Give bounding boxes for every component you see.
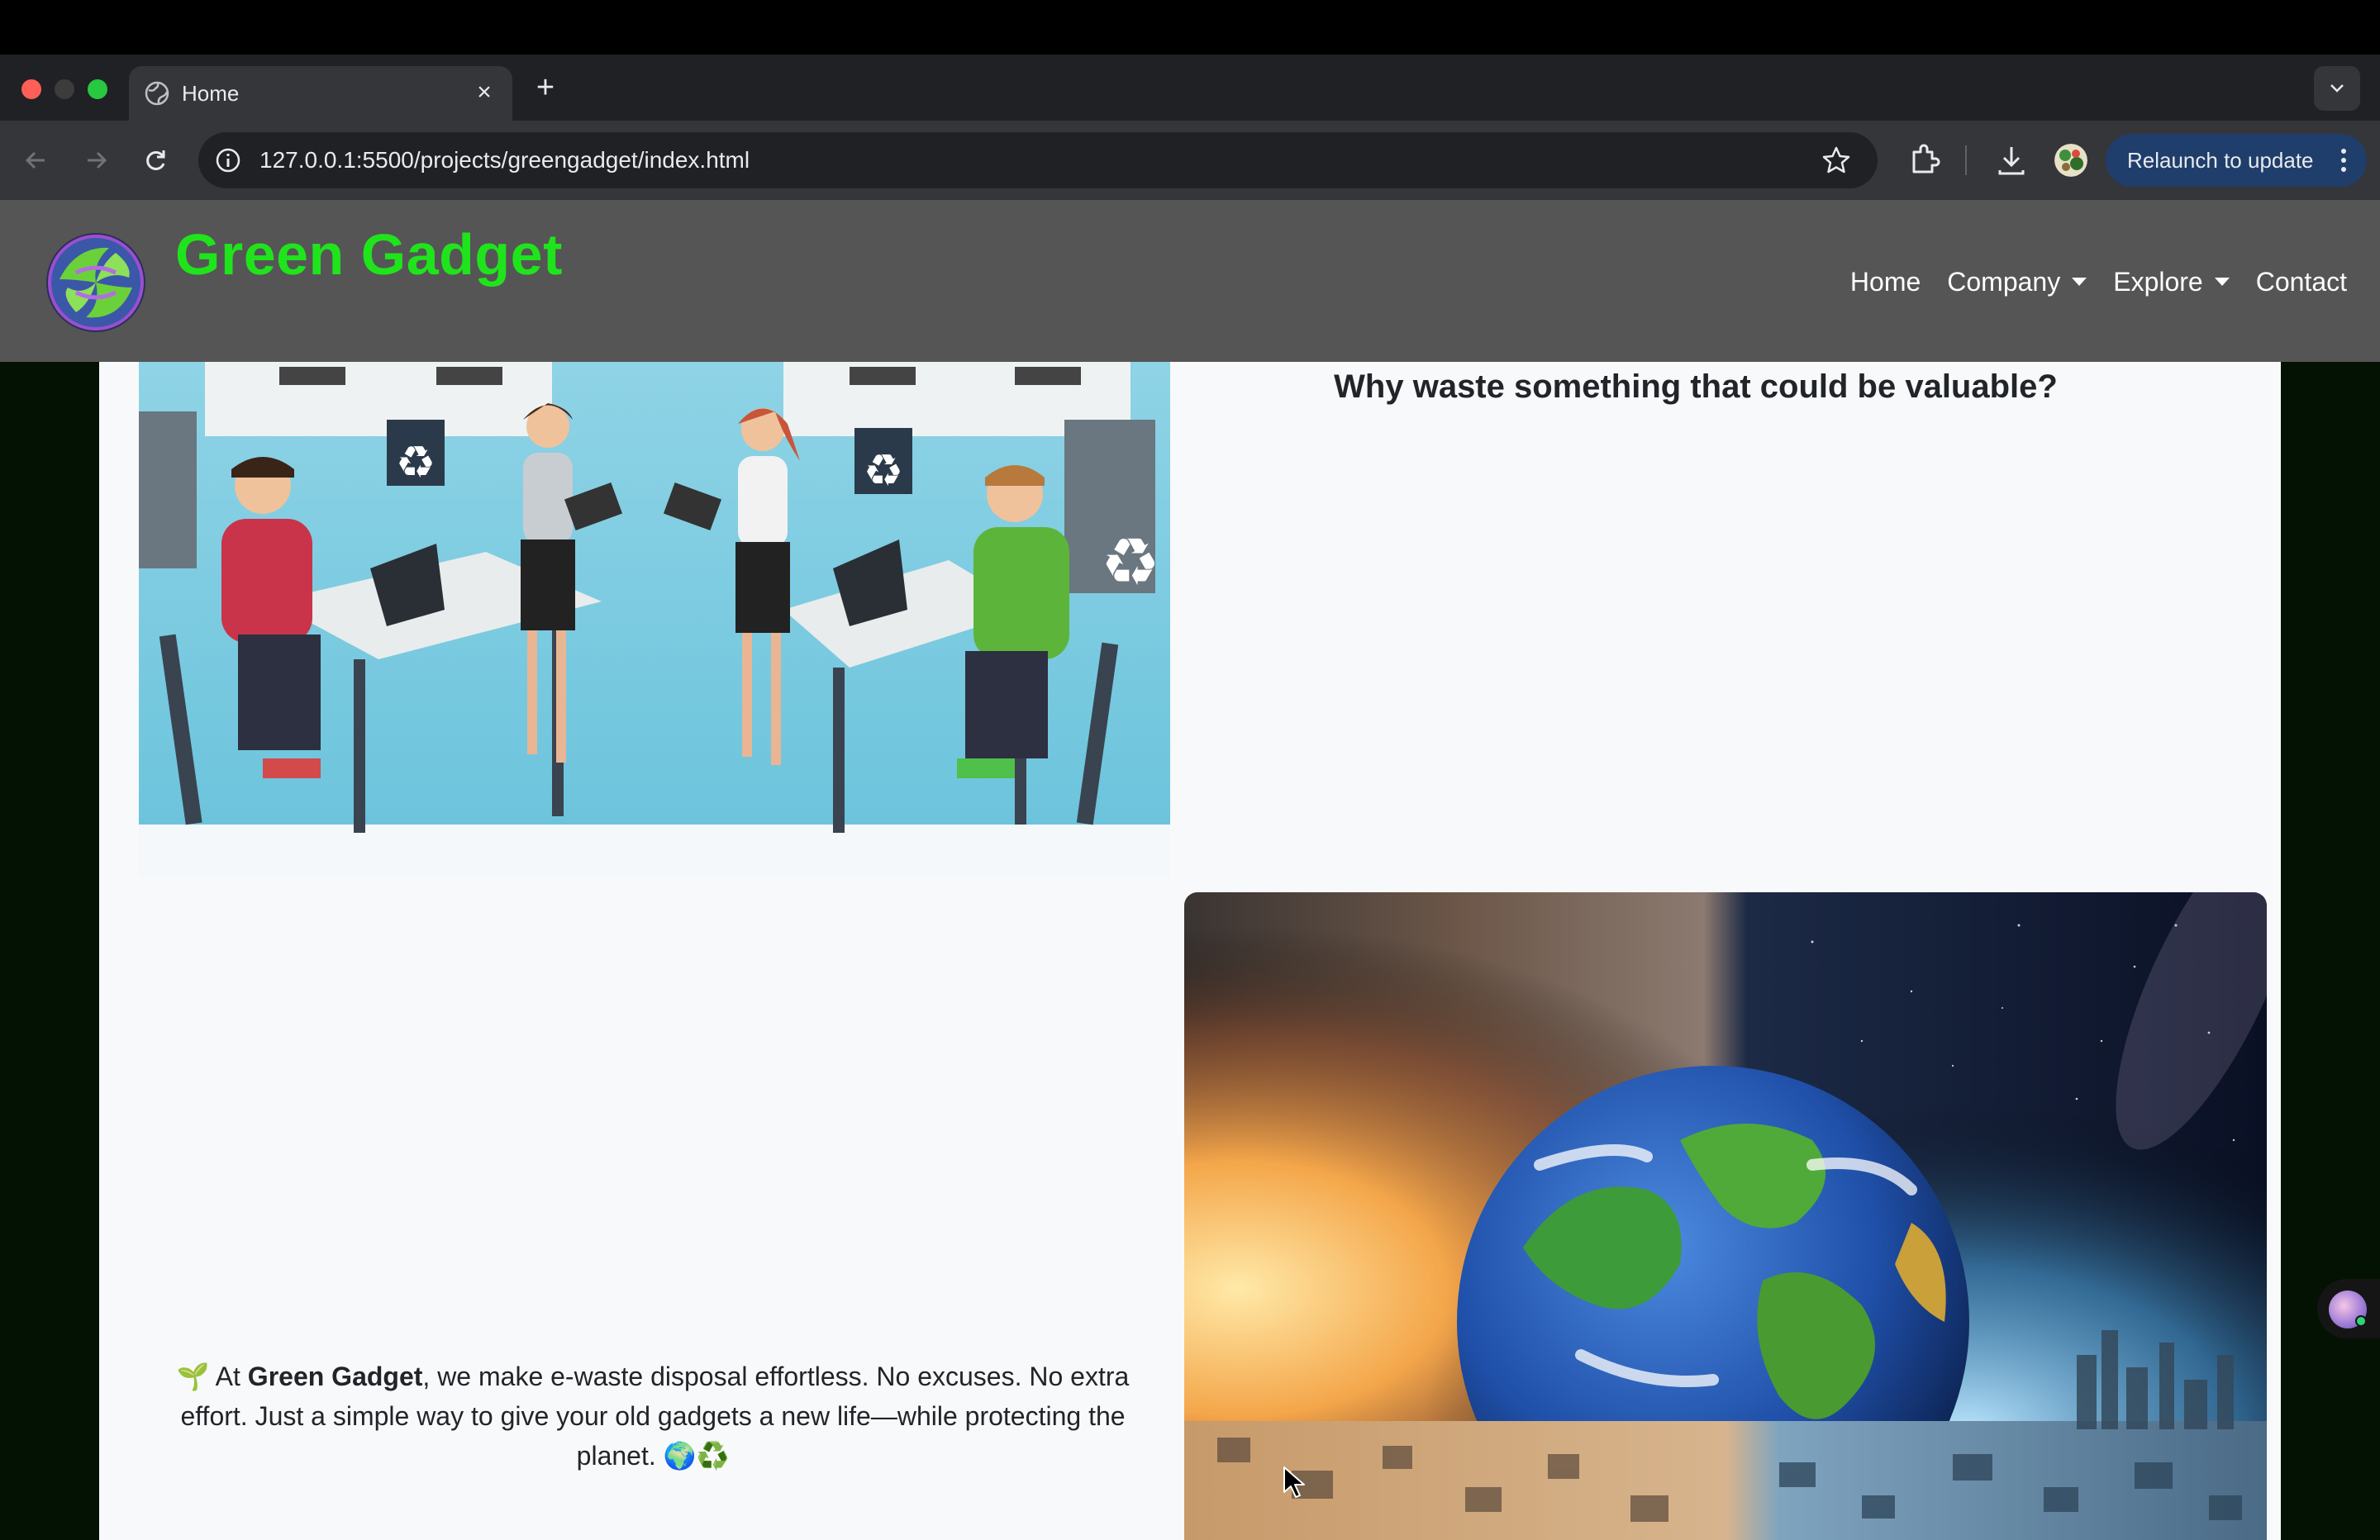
- download-icon[interactable]: [1992, 140, 2031, 180]
- site-info-icon[interactable]: [213, 145, 243, 175]
- office-recycling-image: ♻ ♻ ♻: [139, 362, 1170, 877]
- site-navbar: Green Gadget Home Company Explore Contac…: [0, 200, 2380, 362]
- online-status-dot: [2355, 1315, 2367, 1327]
- back-button[interactable]: [18, 142, 55, 178]
- new-tab-button[interactable]: +: [529, 71, 562, 104]
- more-vert-icon: [2341, 149, 2346, 172]
- nav-home[interactable]: Home: [1850, 263, 1921, 301]
- reload-icon: [146, 150, 165, 170]
- relaunch-label: Relaunch to update: [2127, 148, 2314, 173]
- nav-explore-dropdown[interactable]: Explore: [2113, 263, 2230, 301]
- svg-text:♻: ♻: [864, 444, 903, 497]
- tab-close-icon[interactable]: ×: [468, 76, 501, 109]
- forward-button[interactable]: [78, 142, 114, 178]
- globe-icon: [145, 81, 169, 106]
- earth-ewaste-image: [1184, 892, 2267, 1540]
- mouse-cursor-icon: [1283, 1466, 1305, 1498]
- profile-avatar[interactable]: [2054, 144, 2087, 177]
- tagline-brand: Green Gadget: [247, 1362, 423, 1391]
- window-zoom-button[interactable]: [88, 79, 107, 99]
- tab-search-button[interactable]: [2314, 66, 2360, 111]
- tagline-prefix: At: [209, 1362, 248, 1391]
- seedling-icon: 🌱: [176, 1362, 210, 1391]
- nav-company-dropdown[interactable]: Company: [1947, 263, 2087, 301]
- section-heading: Why waste something that could be valuab…: [1334, 368, 2058, 405]
- svg-text:♻: ♻: [396, 436, 436, 488]
- nav-home-label: Home: [1849, 267, 1921, 297]
- nav-explore-label: Explore: [2113, 267, 2203, 297]
- nav-contact-label: Contact: [2255, 267, 2347, 297]
- nav-company-label: Company: [1947, 267, 2061, 297]
- bookmark-star-icon[interactable]: [1820, 144, 1853, 177]
- macos-menubar-strip: [0, 0, 2380, 55]
- caret-down-icon: [2072, 278, 2087, 286]
- main-content: ♻ ♻ ♻ Why waste something that could be …: [99, 362, 2281, 1540]
- brand-name[interactable]: Green Gadget: [175, 221, 563, 288]
- arrow-right-icon: [88, 151, 107, 169]
- page-viewport: ♻ ♻ ♻ Why waste something that could be …: [0, 200, 2380, 1540]
- svg-text:♻: ♻: [1101, 524, 1160, 601]
- extensions-icon[interactable]: [1904, 140, 1944, 180]
- floating-assistant-button[interactable]: [2317, 1279, 2380, 1338]
- chevron-down-icon: [2330, 84, 2344, 93]
- url-text[interactable]: 127.0.0.1:5500/projects/greengadget/inde…: [259, 144, 750, 177]
- brand-logo[interactable]: [43, 230, 149, 335]
- window-close-button[interactable]: [21, 79, 41, 99]
- arrow-left-icon: [25, 151, 45, 169]
- toolbar-divider: [1965, 145, 1967, 175]
- reload-button[interactable]: [137, 142, 174, 178]
- globe-recycle-icons: 🌍♻️: [663, 1441, 730, 1471]
- tab-title: Home: [182, 81, 240, 106]
- browser-tab-active[interactable]: Home ×: [129, 66, 512, 121]
- window-minimize-button[interactable]: [55, 79, 74, 99]
- relaunch-to-update-button[interactable]: Relaunch to update: [2106, 134, 2367, 187]
- address-bar[interactable]: 127.0.0.1:5500/projects/greengadget/inde…: [198, 132, 1878, 188]
- caret-down-icon: [2214, 278, 2230, 286]
- nav-contact[interactable]: Contact: [2256, 263, 2347, 301]
- nav-links: Home Company Explore Contact: [1824, 263, 2347, 301]
- tagline-paragraph: 🌱 At Green Gadget, we make e-waste dispo…: [157, 1357, 1149, 1476]
